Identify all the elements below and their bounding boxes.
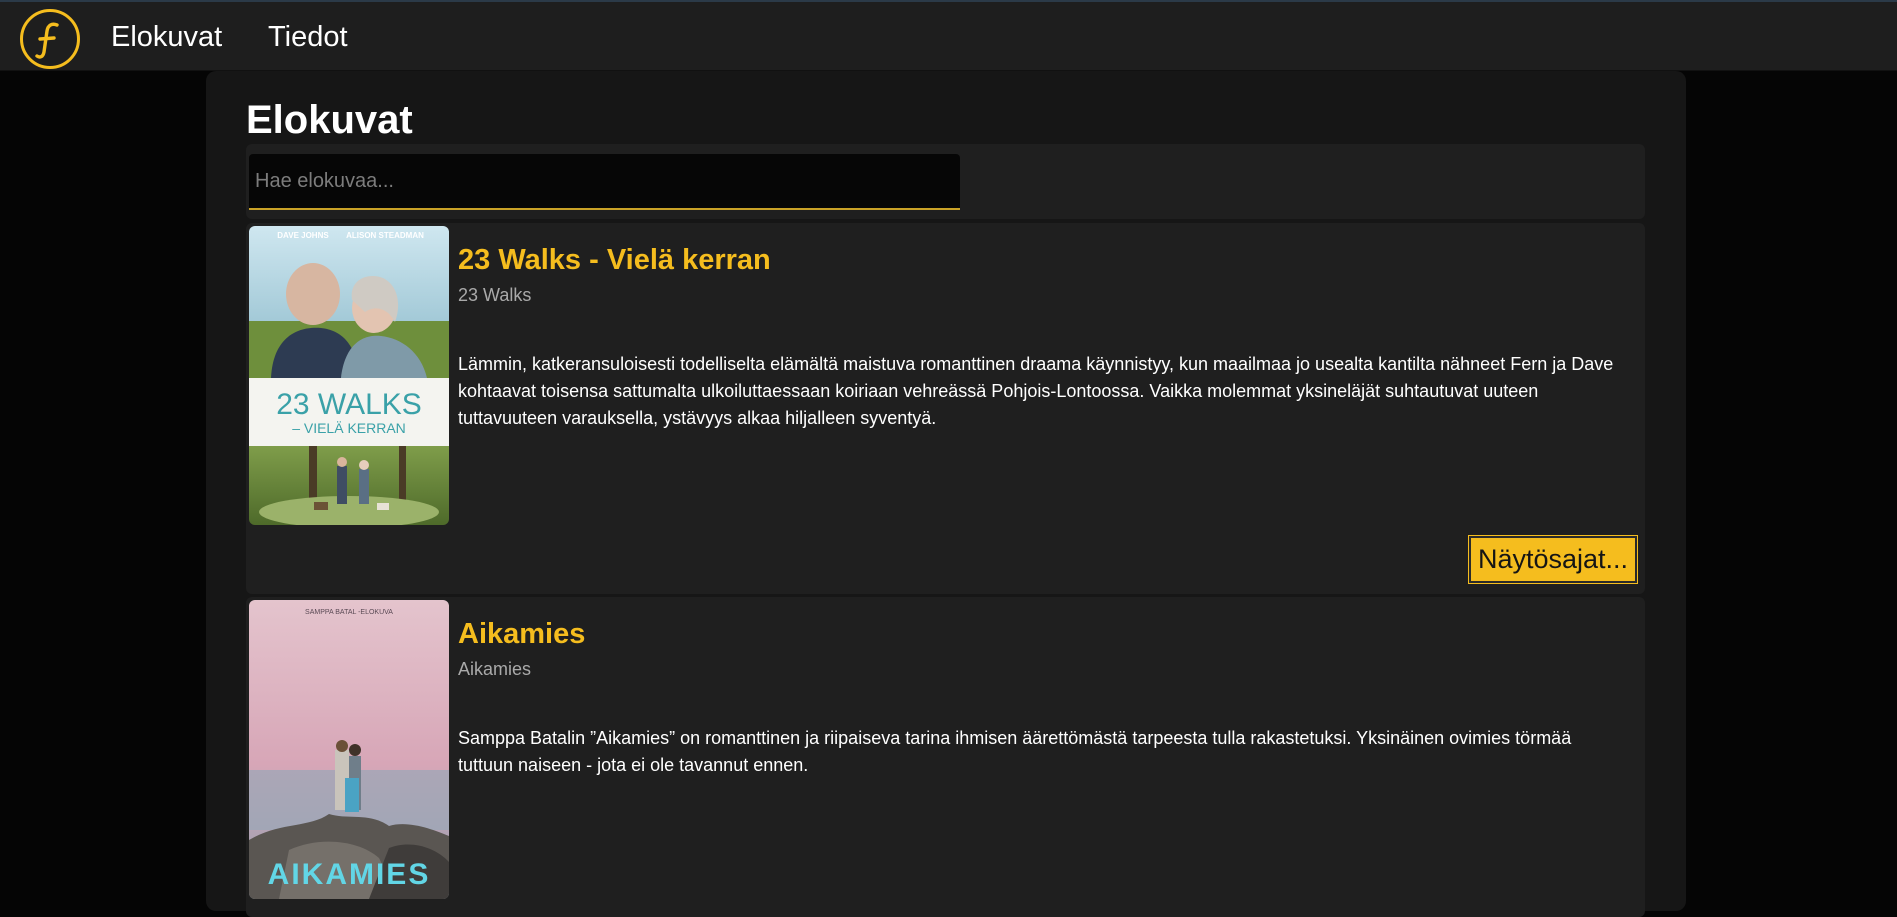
movie-title[interactable]: 23 Walks - Vielä kerran [458, 242, 771, 278]
poster-title-text: AIKAMIES [268, 858, 431, 891]
poster-23-walks-image: 23 WALKS – VIELÄ KERRAN DAVE JOHNS ALISO… [249, 226, 449, 525]
poster-aikamies-image: SAMPPA BATAL -ELOKUVA AIKAMIES [249, 600, 449, 899]
movie-poster[interactable]: 23 WALKS – VIELÄ KERRAN DAVE JOHNS ALISO… [249, 226, 449, 525]
search-input[interactable] [249, 154, 960, 210]
movie-synopsis: Samppa Batalin ”Aikamies” on romanttinen… [458, 728, 1572, 775]
poster-tagline-text: SAMPPA BATAL -ELOKUVA [305, 609, 393, 616]
poster-subtitle-text: – VIELÄ KERRAN [292, 420, 406, 436]
poster-actor-name: DAVE JOHNS [277, 231, 329, 240]
page-title: Elokuvat [246, 98, 413, 142]
nav-link-elokuvat[interactable]: Elokuvat [111, 19, 222, 55]
movie-original-title: 23 Walks [458, 285, 532, 305]
movie-card: SAMPPA BATAL -ELOKUVA AIKAMIES Aikamies … [246, 597, 1645, 917]
top-navbar: Elokuvat Tiedot [0, 0, 1897, 71]
movie-poster[interactable]: SAMPPA BATAL -ELOKUVA AIKAMIES [249, 600, 449, 899]
showtimes-button[interactable]: Näytösajat... [1468, 535, 1638, 584]
poster-actor-name: ALISON STEADMAN [346, 231, 424, 240]
movie-title[interactable]: Aikamies [458, 616, 585, 652]
movie-original-title: Aikamies [458, 659, 532, 679]
nav-link-tiedot[interactable]: Tiedot [268, 19, 348, 55]
movie-card: 23 WALKS – VIELÄ KERRAN DAVE JOHNS ALISO… [246, 223, 1645, 594]
site-logo[interactable] [20, 9, 80, 69]
logo-f-icon [35, 22, 59, 59]
poster-title-text: 23 WALKS [276, 388, 422, 421]
movie-synopsis: Lämmin, katkeransuloisesti todelliselta … [458, 354, 1614, 428]
